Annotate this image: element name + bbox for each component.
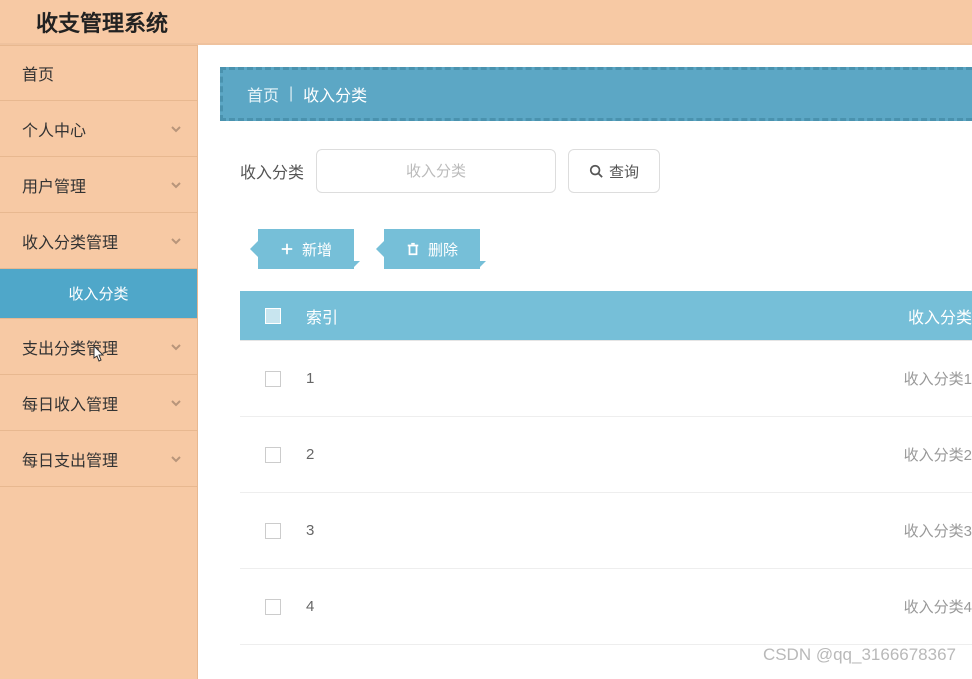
delete-button[interactable]: 删除 — [384, 229, 480, 269]
breadcrumb: 首页 | 收入分类 — [220, 67, 972, 121]
chevron-down-icon — [169, 396, 183, 410]
sidebar-item-label: 个人中心 — [22, 117, 86, 141]
row-index: 2 — [306, 446, 486, 463]
sidebar: 首页 个人中心 用户管理 收入分类管理 收入分类 支出分类管理 每日收入管理 每… — [0, 45, 198, 679]
chevron-down-icon — [169, 452, 183, 466]
plus-icon — [280, 242, 294, 256]
chevron-down-icon — [169, 340, 183, 354]
sidebar-item-expense-cat-mgmt[interactable]: 支出分类管理 — [0, 319, 197, 375]
row-checkbox-cell — [240, 599, 306, 615]
row-checkbox-cell — [240, 371, 306, 387]
data-table: 索引 收入分类 1 收入分类1 2 收入分类2 3 收入分类3 4 收 — [240, 291, 972, 645]
row-checkbox[interactable] — [265, 371, 281, 387]
sidebar-item-income-cat-mgmt[interactable]: 收入分类管理 — [0, 213, 197, 269]
sidebar-item-label: 首页 — [22, 61, 54, 85]
delete-button-label: 删除 — [428, 239, 458, 260]
sidebar-subitem-income-cat[interactable]: 收入分类 — [0, 269, 197, 319]
row-checkbox-cell — [240, 523, 306, 539]
add-button-label: 新增 — [302, 239, 332, 260]
row-index: 3 — [306, 522, 486, 539]
table-row: 3 收入分类3 — [240, 493, 972, 569]
search-row: 收入分类 查询 — [220, 149, 972, 193]
select-all-checkbox[interactable] — [265, 308, 281, 324]
main-content: 首页 | 收入分类 收入分类 查询 新增 删除 — [198, 45, 972, 679]
body-wrap: 首页 个人中心 用户管理 收入分类管理 收入分类 支出分类管理 每日收入管理 每… — [0, 45, 972, 679]
search-input[interactable] — [316, 149, 556, 193]
sidebar-item-label: 每日支出管理 — [22, 447, 118, 471]
add-button[interactable]: 新增 — [258, 229, 354, 269]
breadcrumb-sep: | — [289, 85, 293, 103]
row-checkbox[interactable] — [265, 523, 281, 539]
row-category: 收入分类4 — [486, 596, 972, 617]
table-row: 1 收入分类1 — [240, 341, 972, 417]
watermark: CSDN @qq_3166678367 — [763, 645, 956, 665]
search-label: 收入分类 — [240, 159, 304, 183]
sidebar-item-label: 支出分类管理 — [22, 335, 118, 359]
action-row: 新增 删除 — [220, 229, 972, 269]
sidebar-item-label: 收入分类管理 — [22, 229, 118, 253]
app-title: 收支管理系统 — [36, 6, 168, 38]
table-header: 索引 收入分类 — [240, 291, 972, 341]
sidebar-item-home[interactable]: 首页 — [0, 45, 197, 101]
row-category: 收入分类3 — [486, 520, 972, 541]
sidebar-item-daily-expense[interactable]: 每日支出管理 — [0, 431, 197, 487]
sidebar-item-label: 用户管理 — [22, 173, 86, 197]
row-checkbox[interactable] — [265, 599, 281, 615]
row-index: 4 — [306, 598, 486, 615]
sidebar-item-daily-income[interactable]: 每日收入管理 — [0, 375, 197, 431]
sidebar-item-label: 每日收入管理 — [22, 391, 118, 415]
breadcrumb-home[interactable]: 首页 — [247, 82, 279, 106]
sidebar-item-user-mgmt[interactable]: 用户管理 — [0, 157, 197, 213]
header-category: 收入分类 — [486, 304, 972, 328]
table-row: 4 收入分类4 — [240, 569, 972, 645]
row-checkbox-cell — [240, 447, 306, 463]
header-checkbox-cell — [240, 308, 306, 324]
search-button-label: 查询 — [609, 161, 639, 182]
chevron-down-icon — [169, 122, 183, 136]
search-icon — [589, 164, 603, 178]
trash-icon — [406, 242, 420, 256]
sidebar-item-personal[interactable]: 个人中心 — [0, 101, 197, 157]
row-index: 1 — [306, 370, 486, 387]
app-header: 收支管理系统 — [0, 0, 972, 45]
breadcrumb-current: 收入分类 — [303, 82, 367, 106]
chevron-down-icon — [169, 178, 183, 192]
header-index: 索引 — [306, 304, 486, 328]
search-button[interactable]: 查询 — [568, 149, 660, 193]
row-category: 收入分类1 — [486, 368, 972, 389]
sidebar-subitem-label: 收入分类 — [68, 283, 128, 304]
row-category: 收入分类2 — [486, 444, 972, 465]
chevron-down-icon — [169, 234, 183, 248]
table-row: 2 收入分类2 — [240, 417, 972, 493]
row-checkbox[interactable] — [265, 447, 281, 463]
